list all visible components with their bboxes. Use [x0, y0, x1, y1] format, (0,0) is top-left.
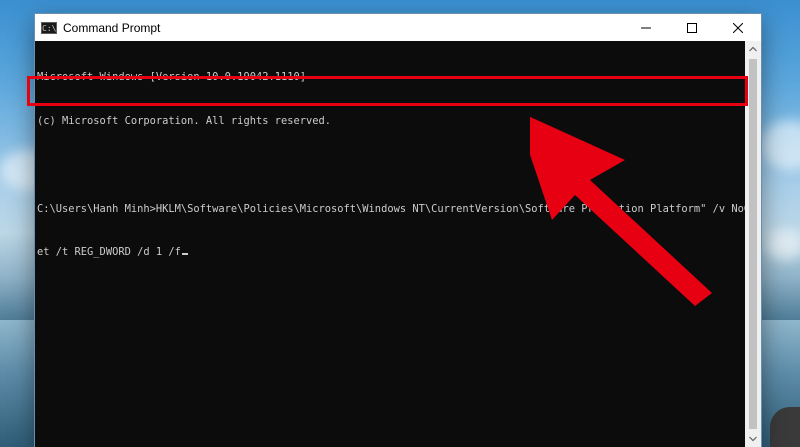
minimize-button[interactable]: [623, 14, 669, 41]
close-icon: [733, 22, 743, 33]
maximize-icon: [687, 22, 697, 33]
scrollbar-thumb[interactable]: [749, 59, 757, 429]
close-button[interactable]: [715, 14, 761, 41]
maximize-button[interactable]: [669, 14, 715, 41]
console-line: Microsoft Windows [Version 10.0.19042.11…: [37, 71, 306, 84]
minimize-icon: [641, 27, 651, 28]
cmd-icon: C:\: [41, 21, 57, 34]
window-title: Command Prompt: [63, 20, 161, 35]
text-cursor: [181, 253, 188, 256]
console-line: et /t REG_DWORD /d 1 /f: [37, 246, 181, 259]
background-cloud: [765, 230, 800, 260]
background-rock: [770, 407, 800, 447]
scroll-up-button[interactable]: [745, 41, 761, 57]
background-cloud: [760, 120, 800, 170]
chevron-up-icon: [749, 46, 757, 52]
red-arrow-icon: [530, 116, 712, 306]
window-controls: [623, 14, 761, 41]
title-bar[interactable]: C:\ Command Prompt: [35, 14, 761, 41]
chevron-down-icon: [749, 436, 757, 442]
scroll-down-button[interactable]: [745, 431, 761, 447]
vertical-scrollbar[interactable]: [745, 41, 761, 447]
